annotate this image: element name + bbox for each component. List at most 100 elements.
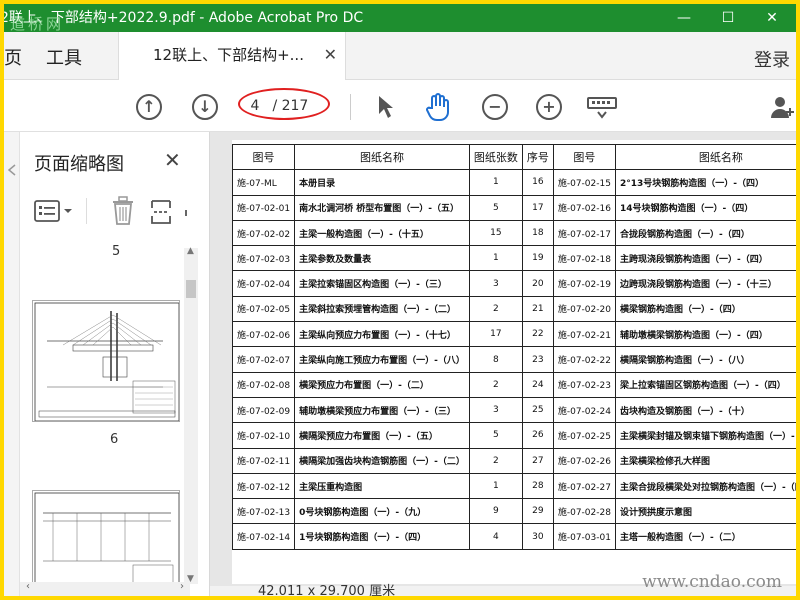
delete-page-icon[interactable] — [110, 196, 136, 226]
table-row: 施-07-02-08 横梁预应力布置图（一）-（二） 2 24 施-07-02-23 梁上… — [231, 371, 796, 398]
insert-page-icon[interactable] — [150, 198, 190, 226]
next-page-icon[interactable]: ↓ — [192, 94, 218, 120]
zoom-out-icon[interactable]: − — [482, 94, 508, 120]
table-cell: 主梁纵向预应力布置图（一）-（十七） — [294, 321, 470, 348]
table-row: 施-07-02-10 横隔梁预应力布置图（一）-（五） 5 26 施-07-02-25 主… — [231, 422, 796, 449]
close-tab-icon[interactable]: ✕ — [324, 32, 337, 78]
table-cell: 23 — [521, 346, 554, 373]
logo-watermark: 道桥网 — [10, 15, 65, 32]
collapse-left-icon[interactable] — [7, 164, 17, 176]
panel-edge-strip — [4, 132, 20, 596]
site-watermark: www.cndao.com — [642, 572, 782, 592]
add-user-icon[interactable] — [770, 94, 796, 120]
table-cell: 3 — [468, 270, 523, 297]
table-cell: 横隔梁加强齿块构造钢筋图（一）-（二） — [294, 447, 470, 474]
hand-tool-icon[interactable] — [424, 92, 452, 122]
table-cell: 4 — [468, 523, 523, 550]
table-row: 施-07-02-05 主梁斜拉索预埋管构造图（一）-（二） 2 21 施-07-02-2… — [231, 295, 796, 323]
table-cell: 施-07-02-09 — [231, 396, 296, 424]
table-cell: 2 — [468, 295, 523, 323]
thumbnail-scrollbar[interactable]: ▲ ▼ — [184, 246, 198, 584]
table-cell: 17 — [468, 321, 523, 348]
table-row: 施-07-02-11 横隔梁加强齿块构造钢筋图（一）-（二） 2 27 施-07-02-… — [231, 447, 796, 474]
thumbnail-drawing-6 — [34, 302, 179, 421]
keyboard-icon[interactable] — [586, 96, 618, 120]
scroll-left-arrow-icon[interactable]: ‹ — [26, 581, 30, 592]
header-sheet-count: 图纸张数 — [468, 143, 523, 171]
table-cell: 施-07-02-24 — [552, 396, 616, 424]
header-drawing-name-2: 图纸名称 — [614, 143, 796, 171]
table-cell: 20 — [521, 270, 554, 297]
tab-tools[interactable]: 工具 — [46, 44, 82, 70]
table-cell: 21 — [521, 295, 554, 323]
table-cell: 横隔梁预应力布置图（一）-（五） — [294, 422, 470, 449]
table-cell: 19 — [521, 245, 554, 272]
table-cell: 8 — [468, 346, 523, 373]
table-cell: 16 — [521, 169, 554, 196]
table-cell: 22 — [521, 321, 554, 348]
table-cell: 27 — [521, 447, 554, 474]
scroll-right-arrow-icon[interactable]: › — [180, 581, 184, 592]
table-row: 施-07-ML 本册目录 1 16 施-07-02-15 2°13号块钢筋构造图（一）-（… — [231, 169, 796, 196]
page-thumbnail-6[interactable] — [32, 300, 180, 422]
table-cell: 施-07-02-22 — [552, 346, 616, 373]
table-cell: 设计预拱度示意图 — [614, 498, 796, 525]
table-cell: 施-07-ML — [231, 169, 296, 196]
table-cell: 施-07-02-06 — [231, 321, 296, 348]
red-annotation-ellipse — [238, 88, 330, 120]
tab-home[interactable]: 页 — [4, 44, 22, 70]
table-cell: 3 — [468, 396, 523, 424]
header-drawing-no: 图号 — [231, 143, 296, 171]
table-cell: 26 — [521, 422, 554, 449]
table-cell: 主梁斜拉索预埋管构造图（一）-（二） — [294, 295, 470, 323]
table-cell: 28 — [521, 472, 554, 500]
table-row: 施-07-02-02 主梁一般构造图（一）-（十五） 15 18 施-07-02-17 合… — [231, 219, 796, 247]
login-button[interactable]: 登录 — [754, 46, 790, 72]
tab-document[interactable]: 12联上、下部结构+... ✕ — [118, 32, 346, 80]
panel-toolbar-divider — [86, 198, 87, 224]
table-cell: 施-07-02-13 — [231, 498, 296, 525]
table-cell: 2°13号块钢筋构造图（一）-（四） — [614, 169, 796, 196]
table-cell: 30 — [521, 523, 554, 550]
document-view[interactable]: 图号 图纸名称 图纸张数 序号 图号 图纸名称 施-07-ML 本册目录 1 16 施-… — [210, 132, 796, 596]
close-window-button[interactable]: ✕ — [752, 4, 792, 32]
close-panel-icon[interactable]: ✕ — [164, 148, 181, 172]
minimize-button[interactable]: — — [664, 4, 704, 32]
table-cell: 合拢段钢筋构造图（一）-（四） — [614, 219, 796, 247]
table-cell: 施-07-02-27 — [552, 472, 616, 500]
prev-page-icon[interactable]: ↑ — [136, 94, 162, 120]
drawing-index-table: 图号 图纸名称 图纸张数 序号 图号 图纸名称 施-07-ML 本册目录 1 16 施-… — [231, 143, 796, 550]
thumbnail-hscrollbar[interactable]: ‹ › — [20, 581, 190, 596]
select-pointer-icon[interactable] — [376, 94, 396, 120]
scroll-up-arrow-icon[interactable]: ▲ — [187, 246, 194, 256]
table-cell: 南水北调河桥 桥型布置图（一）-（五） — [294, 194, 470, 221]
toolbar-divider — [350, 94, 351, 120]
header-drawing-name: 图纸名称 — [294, 143, 470, 171]
toolbar: ↑ ↓ 4 / 217 − + — [4, 80, 796, 132]
table-cell: 主跨现浇段钢筋构造图（一）-（四） — [614, 245, 796, 272]
table-cell: 主梁参数及数量表 — [294, 245, 470, 272]
table-cell: 施-07-02-15 — [552, 169, 616, 196]
table-cell: 施-07-02-01 — [231, 194, 296, 221]
table-cell: 主塔一般构造图（一）-（二） — [614, 523, 796, 550]
table-cell: 2 — [468, 371, 523, 398]
table-cell: 施-07-02-19 — [552, 270, 616, 297]
zoom-in-icon[interactable]: + — [536, 94, 562, 120]
table-cell: 1 — [468, 472, 523, 500]
table-cell: 17 — [521, 194, 554, 221]
table-cell: 15 — [468, 219, 523, 247]
table-cell: 施-07-02-07 — [231, 346, 296, 373]
table-cell: 施-07-02-21 — [552, 321, 616, 348]
thumbnail-options-icon[interactable] — [34, 200, 74, 222]
table-cell: 本册目录 — [294, 169, 470, 196]
page-thumbnail-7[interactable] — [32, 490, 180, 586]
table-cell: 0号块钢筋构造图（一）-（九） — [294, 498, 470, 525]
table-cell: 主梁横梁封锚及钢束锚下钢筋构造图（一）-（四） — [614, 422, 796, 449]
table-cell: 辅助墩横梁预应力布置图（一）-（三） — [294, 396, 470, 424]
acrobat-window: 2联上、下部结构+2022.9.pdf - Adobe Acrobat Pro … — [4, 4, 796, 596]
maximize-button[interactable]: ☐ — [708, 4, 748, 32]
title-bar: 2联上、下部结构+2022.9.pdf - Adobe Acrobat Pro … — [4, 4, 796, 32]
table-cell: 施-07-02-28 — [552, 498, 616, 525]
table-row: 施-07-02-01 南水北调河桥 桥型布置图（一）-（五） 5 17 施-07-02-… — [231, 194, 796, 221]
thumbnail-scroll-thumb[interactable] — [186, 280, 196, 298]
